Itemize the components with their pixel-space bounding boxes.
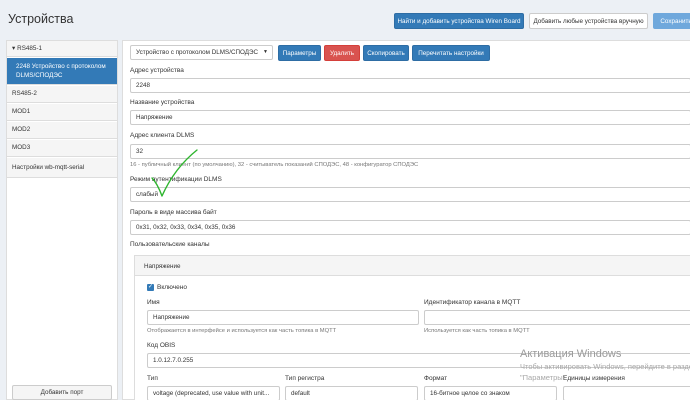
port-sidebar: ▾ RS485-1 2248 Устройство с протоколом DL… — [6, 40, 118, 400]
register-type-select[interactable]: default — [285, 386, 418, 400]
copy-button[interactable]: Скопировать — [363, 45, 409, 61]
params-button[interactable]: Параметры — [278, 45, 321, 61]
channels-label: Пользовательские каналы — [130, 241, 210, 248]
sidebar-item-label: MOD2 — [12, 126, 31, 133]
device-settings-panel: Устройство с протоколом DLMS/СПОДЭС ▼ Па… — [122, 40, 690, 400]
mqtt-id-label: Идентификатор канала в MQTT — [424, 299, 521, 306]
register-type-label: Тип регистра — [285, 375, 325, 382]
format-label: Формат — [424, 375, 448, 382]
enabled-label: Включено — [157, 284, 187, 291]
auth-mode-select[interactable]: слабый — [130, 187, 690, 202]
chevron-down-icon: ▼ — [263, 49, 268, 55]
sidebar-item-label: MOD3 — [12, 144, 31, 151]
password-input[interactable]: 0x31, 0x32, 0x33, 0x34, 0x35, 0x36 — [130, 220, 690, 235]
type-label: Тип — [147, 375, 158, 382]
page-title: Устройства — [8, 12, 74, 26]
units-input[interactable] — [563, 386, 690, 400]
format-value: 16-битное целое со знаком — [430, 390, 510, 397]
obis-label: Код OBIS — [147, 342, 176, 349]
sidebar-item-rs485-2[interactable]: RS485-2 — [7, 86, 117, 103]
sidebar-item-rs485-1[interactable]: ▾ RS485-1 — [7, 41, 117, 57]
channel-panel-header[interactable]: Напряжение — [135, 256, 690, 276]
format-select[interactable]: 16-битное целое со знаком — [424, 386, 557, 400]
name-label: Название устройства — [130, 99, 195, 106]
address-input[interactable]: 2248 — [130, 78, 690, 93]
device-type-value: Устройство с протоколом DLMS/СПОДЭС — [136, 49, 259, 56]
address-label: Адрес устройства — [130, 67, 184, 74]
enabled-checkbox[interactable]: ✓ — [147, 284, 154, 291]
mqtt-id-help: Используется как часть топика в MQTT — [424, 328, 530, 334]
type-value: voltage (deprecated, use value with unit… — [153, 390, 270, 397]
password-label: Пароль в виде массива байт — [130, 209, 217, 216]
client-address-input[interactable]: 32 — [130, 144, 690, 159]
channel-name-input[interactable]: Напряжение — [147, 310, 419, 325]
add-manual-button[interactable]: Добавить любые устройства вручную — [529, 13, 648, 29]
channel-name-label: Имя — [147, 299, 160, 306]
activation-watermark-text-2: "Параметры". — [520, 373, 568, 382]
delete-button[interactable]: Удалить — [324, 45, 360, 61]
activation-watermark-title: Активация Windows — [520, 348, 622, 360]
sidebar-item-label: RS485-2 — [12, 90, 37, 97]
channel-name-help: Отображается в интерфейсе и используется… — [147, 328, 337, 334]
chevron-down-icon: ▾ — [12, 45, 16, 52]
sidebar-item-serial-settings[interactable]: Настройки wb-mqtt-serial — [7, 158, 117, 178]
name-input[interactable]: Напряжение — [130, 110, 690, 125]
sidebar-item-label: Настройки wb-mqtt-serial — [12, 164, 85, 171]
sidebar-item-mod2[interactable]: MOD2 — [7, 122, 117, 139]
type-select[interactable]: voltage (deprecated, use value with unit… — [147, 386, 280, 400]
units-label: Единицы измерения — [563, 375, 625, 382]
mqtt-id-input[interactable] — [424, 310, 690, 325]
sidebar-item-device-2248[interactable]: 2248 Устройство с протоколом DLMS/СПОДЭС — [7, 58, 117, 85]
page-header: Устройства Найти и добавить устройства W… — [0, 0, 690, 38]
sidebar-item-mod1[interactable]: MOD1 — [7, 104, 117, 121]
save-button[interactable]: Сохранить — [653, 13, 690, 29]
find-devices-button[interactable]: Найти и добавить устройства Wiren Board — [394, 13, 524, 29]
channel-panel: Напряжение ✓ Включено Имя Напряжение Ото… — [134, 255, 690, 400]
channel-panel-title: Напряжение — [144, 263, 181, 270]
activation-watermark-text: Чтобы активировать Windows, перейдите в … — [520, 362, 690, 371]
client-address-label: Адрес клиента DLMS — [130, 132, 195, 139]
add-port-button[interactable]: Добавить порт — [12, 385, 112, 400]
reread-settings-button[interactable]: Перечитать настройки — [412, 45, 490, 61]
device-type-select[interactable]: Устройство с протоколом DLMS/СПОДЭС ▼ — [130, 45, 273, 60]
sidebar-item-label: RS485-1 — [17, 45, 43, 52]
register-type-value: default — [291, 390, 310, 397]
sidebar-item-label: 2248 Устройство с протоколом DLMS/СПОДЭС — [16, 63, 106, 79]
checkmark-annotation-icon — [151, 149, 198, 197]
sidebar-item-mod3[interactable]: MOD3 — [7, 140, 117, 157]
sidebar-item-label: MOD1 — [12, 108, 31, 115]
